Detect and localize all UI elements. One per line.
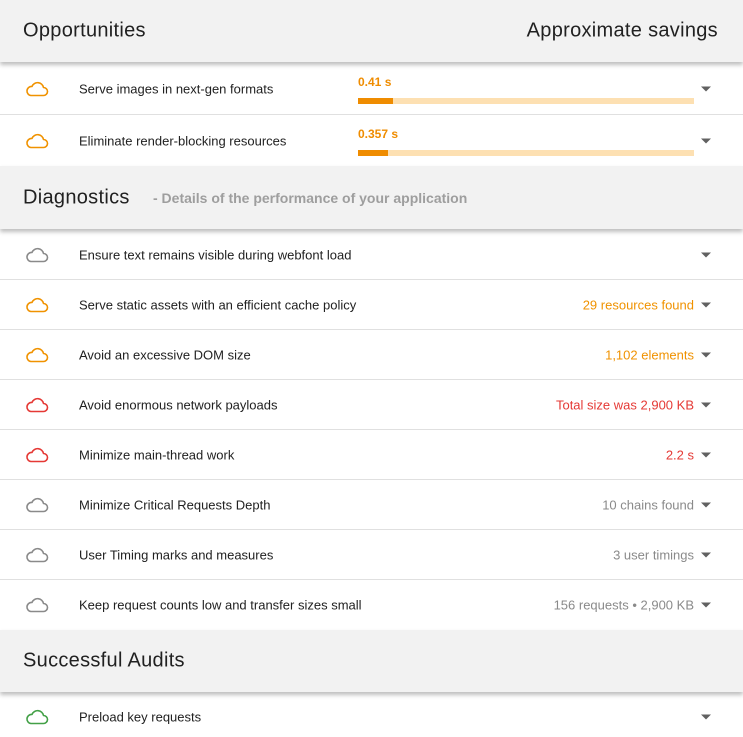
savings-bar-fill bbox=[358, 98, 394, 104]
diagnostic-label: Ensure text remains visible during webfo… bbox=[79, 247, 352, 262]
diagnostic-label: Avoid an excessive DOM size bbox=[79, 347, 251, 362]
cloud-icon bbox=[25, 247, 49, 263]
cloud-icon bbox=[25, 133, 49, 149]
successful-audits-title: Successful Audits bbox=[23, 649, 185, 672]
cloud-icon bbox=[25, 709, 49, 725]
cloud-icon bbox=[25, 547, 49, 563]
cloud-icon bbox=[25, 397, 49, 413]
opportunity-label: Eliminate render-blocking resources bbox=[79, 133, 287, 148]
chevron-down-icon[interactable] bbox=[701, 252, 711, 257]
diagnostic-label: User Timing marks and measures bbox=[79, 547, 274, 562]
chevron-down-icon[interactable] bbox=[701, 602, 711, 608]
chevron-down-icon[interactable] bbox=[701, 402, 711, 407]
diagnostic-row[interactable]: Avoid an excessive DOM size 1,102 elemen… bbox=[0, 330, 743, 380]
cloud-icon bbox=[25, 81, 49, 97]
cloud-icon bbox=[25, 597, 49, 613]
diagnostic-value: 156 requests • 2,900 KB bbox=[553, 597, 694, 613]
diagnostic-row[interactable]: User Timing marks and measures 3 user ti… bbox=[0, 530, 743, 580]
savings-bar-fill bbox=[358, 150, 388, 156]
opportunity-row[interactable]: Serve images in next-gen formats 0.41 s bbox=[0, 63, 743, 115]
diagnostic-label: Keep request counts low and transfer siz… bbox=[79, 597, 362, 613]
diagnostic-label: Minimize Critical Requests Depth bbox=[79, 497, 271, 512]
diagnostic-row[interactable]: Avoid enormous network payloads Total si… bbox=[0, 380, 743, 430]
diagnostic-row[interactable]: Minimize Critical Requests Depth 10 chai… bbox=[0, 480, 743, 530]
opportunity-label: Serve images in next-gen formats bbox=[79, 81, 274, 96]
savings-indicator: 0.41 s bbox=[358, 75, 694, 105]
diagnostics-subtitle: - Details of the performance of your app… bbox=[153, 189, 468, 206]
savings-indicator: 0.357 s bbox=[358, 127, 694, 157]
approximate-savings-title: Approximate savings bbox=[526, 19, 718, 42]
chevron-down-icon[interactable] bbox=[701, 552, 711, 557]
successful-audits-header: Successful Audits bbox=[0, 630, 743, 692]
savings-value: 0.357 s bbox=[358, 127, 399, 141]
chevron-down-icon[interactable] bbox=[701, 302, 711, 307]
chevron-down-icon[interactable] bbox=[701, 714, 711, 720]
diagnostic-value: 2.2 s bbox=[665, 447, 694, 462]
successful-audit-label: Preload key requests bbox=[79, 709, 202, 725]
savings-bar-track bbox=[358, 150, 694, 156]
opportunities-title: Opportunities bbox=[23, 19, 146, 42]
chevron-down-icon[interactable] bbox=[701, 352, 711, 357]
diagnostic-label: Minimize main-thread work bbox=[79, 447, 235, 462]
chevron-down-icon[interactable] bbox=[701, 452, 711, 457]
diagnostic-label: Avoid enormous network payloads bbox=[79, 397, 278, 412]
diagnostic-value: 3 user timings bbox=[613, 547, 694, 562]
savings-bar-track bbox=[358, 98, 694, 104]
chevron-down-icon[interactable] bbox=[701, 86, 711, 91]
chevron-down-icon[interactable] bbox=[701, 502, 711, 507]
opportunities-header: Opportunities Approximate savings bbox=[0, 0, 743, 62]
diagnostic-value: 10 chains found bbox=[602, 497, 694, 512]
diagnostic-value: 29 resources found bbox=[582, 297, 694, 312]
successful-audit-row[interactable]: Preload key requests bbox=[0, 693, 743, 737]
diagnostics-header: Diagnostics - Details of the performance… bbox=[0, 166, 743, 229]
diagnostic-value: 1,102 elements bbox=[605, 347, 694, 362]
diagnostic-row[interactable]: Keep request counts low and transfer siz… bbox=[0, 580, 743, 630]
savings-value: 0.41 s bbox=[358, 75, 392, 89]
cloud-icon bbox=[25, 347, 49, 363]
cloud-icon bbox=[25, 297, 49, 313]
diagnostics-title: Diagnostics bbox=[23, 186, 130, 208]
chevron-down-icon[interactable] bbox=[701, 138, 711, 143]
cloud-icon bbox=[25, 447, 49, 463]
diagnostic-row[interactable]: Minimize main-thread work 2.2 s bbox=[0, 430, 743, 480]
diagnostic-value: Total size was 2,900 KB bbox=[555, 397, 694, 412]
opportunity-row[interactable]: Eliminate render-blocking resources 0.35… bbox=[0, 115, 743, 167]
diagnostic-row[interactable]: Serve static assets with an efficient ca… bbox=[0, 280, 743, 330]
diagnostic-row[interactable]: Ensure text remains visible during webfo… bbox=[0, 230, 743, 280]
cloud-icon bbox=[25, 497, 49, 513]
diagnostic-label: Serve static assets with an efficient ca… bbox=[79, 297, 357, 312]
